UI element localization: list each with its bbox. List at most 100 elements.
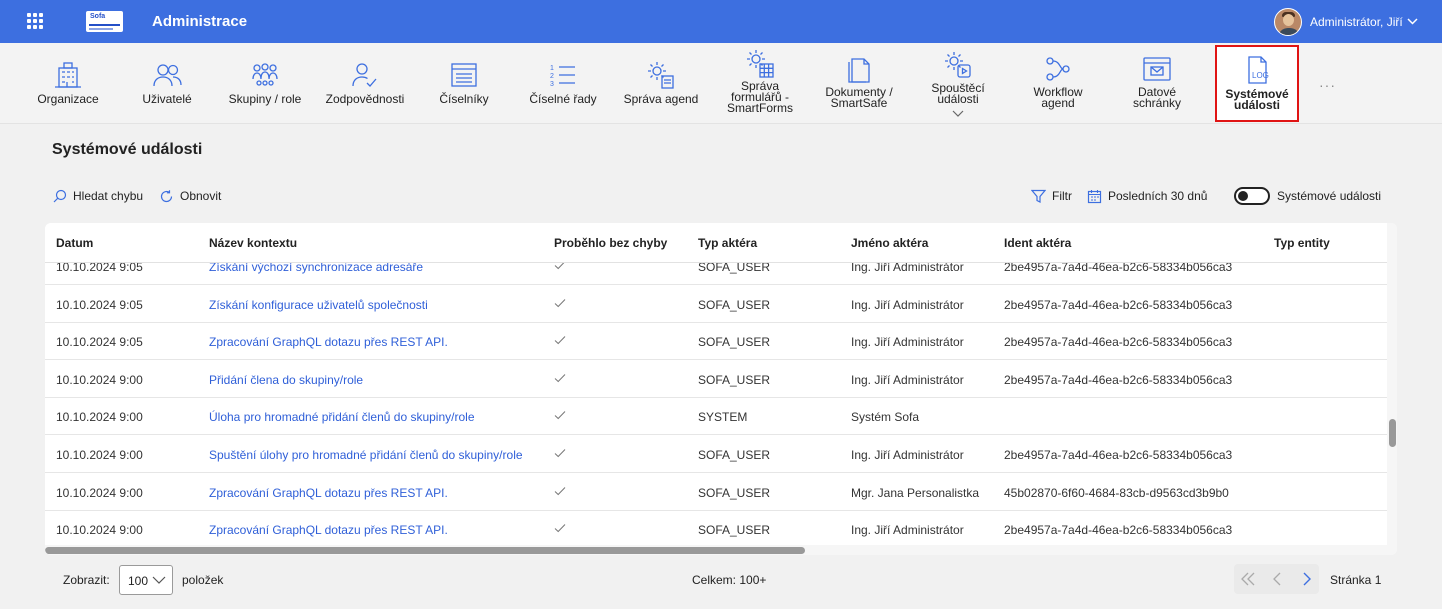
toggle-label: Systémové události (1277, 189, 1382, 203)
cell-actor-name: Ing. Jiří Administrátor (851, 523, 964, 538)
vertical-scrollbar[interactable] (1387, 223, 1397, 555)
col-header-actor-id[interactable]: Ident aktéra (1004, 236, 1071, 250)
next-page-icon[interactable] (1302, 572, 1312, 586)
cell-context[interactable]: Zpracování GraphQL dotazu přes REST API. (209, 335, 448, 349)
user-menu-name[interactable]: Administrátor, Jiří (1310, 15, 1403, 29)
cell-actor-name: Ing. Jiří Administrátor (851, 448, 964, 462)
show-label: Zobrazit: (63, 573, 110, 587)
cell-context[interactable]: Přidání člena do skupiny/role (209, 373, 363, 387)
cell-actor-type: SOFA_USER (698, 523, 771, 538)
cell-actor-id: 45b02870-6f60-4684-83cb-d9563cd3b9b0 (1004, 485, 1229, 500)
cell-date: 10.10.2024 9:00 (56, 485, 143, 500)
filter-icon (1031, 189, 1046, 203)
chevron-down-icon[interactable] (1406, 15, 1419, 28)
prev-page-icon[interactable] (1272, 572, 1282, 586)
cell-date: 10.10.2024 9:05 (56, 263, 143, 274)
svg-text:3: 3 (550, 81, 554, 88)
table-row[interactable]: 10.10.2024 9:05 Získání výchozí synchroni… (45, 263, 1387, 285)
total-count: Celkem: 100+ (692, 573, 767, 587)
col-header-context[interactable]: Název kontextu (209, 236, 297, 250)
refresh-button[interactable]: Obnovit (159, 188, 221, 204)
main-content: Systémové události Hledat chybu Obnovit … (0, 124, 1442, 609)
table-row[interactable]: 10.10.2024 9:05 Zpracování GraphQL dotazu… (45, 322, 1387, 361)
cell-actor-name: Ing. Jiří Administrátor (851, 263, 964, 274)
page-indicator: Stránka 1 (1330, 573, 1382, 587)
calendar-icon (1087, 189, 1102, 203)
workflow-icon (1046, 57, 1070, 81)
table-row[interactable]: 10.10.2024 9:00 Úloha pro hromadné přidán… (45, 397, 1387, 436)
cell-context[interactable]: Úloha pro hromadné přidání členů do skup… (209, 410, 475, 424)
toolbar-item-dokumenty[interactable]: Dokumenty / SmartSafe (818, 43, 900, 123)
svg-text:1: 1 (550, 65, 554, 72)
refresh-icon (160, 189, 173, 202)
toolbar-item-ciselne-rady[interactable]: 123 Číselné řady (526, 43, 600, 123)
more-modules-button[interactable]: ··· (1319, 77, 1336, 93)
mailbox-icon (1143, 57, 1171, 81)
toolbar-item-workflow[interactable]: Workflow agend (1018, 43, 1098, 123)
horizontal-scrollbar[interactable] (45, 545, 1387, 555)
filter-button[interactable]: Filtr (1031, 188, 1072, 204)
app-launcher-icon[interactable] (27, 13, 43, 29)
col-header-date[interactable]: Datum (56, 236, 93, 250)
toolbar-item-spousteci-udalosti[interactable]: Spouštěcí události (918, 43, 998, 123)
page-title: Systémové události (52, 141, 203, 158)
toolbar-item-sprava-formularu[interactable]: Správa formulářů - SmartForms (720, 43, 800, 123)
gear-doc-icon (648, 62, 674, 89)
cell-actor-type: SOFA_USER (698, 263, 771, 274)
col-header-actor-name[interactable]: Jméno aktéra (851, 236, 928, 250)
cell-context[interactable]: Spuštění úlohy pro hromadné přidání člen… (209, 448, 523, 462)
chevron-down-icon[interactable] (952, 110, 964, 118)
cell-actor-type: SYSTEM (698, 410, 748, 425)
check-icon (554, 486, 566, 495)
toolbar-item-datove-schranky[interactable]: Datové schránky (1116, 43, 1198, 123)
cell-actor-name: Mgr. Jana Personalistka (851, 485, 980, 500)
toolbar-item-organizace[interactable]: Organizace (30, 43, 106, 123)
toolbar-item-uzivatele[interactable]: Uživatelé (130, 43, 204, 123)
system-events-toggle[interactable] (1234, 187, 1270, 205)
cell-actor-type: SOFA_USER (698, 297, 771, 312)
module-toolbar: Organizace Uživatelé Skupiny / role Zodp… (0, 43, 1442, 124)
avatar[interactable] (1274, 8, 1302, 36)
cell-actor-type: SOFA_USER (698, 448, 771, 462)
building-icon (55, 62, 81, 88)
table-header: Datum Název kontextu Proběhlo bez chyby … (45, 223, 1387, 263)
cell-actor-id: 2be4957a-7a4d-46ea-b2c6-58334b056ca3 (1004, 335, 1233, 350)
table-row[interactable]: 10.10.2024 9:00 Přidání člena do skupiny/… (45, 360, 1387, 398)
company-logo[interactable]: Sofa (86, 11, 123, 32)
toolbar-item-systemove-udalosti[interactable]: LOG Systémové události (1215, 45, 1299, 122)
items-label: položek (182, 573, 224, 587)
check-icon (554, 411, 566, 420)
cell-context[interactable]: Získání konfigurace uživatelů společnost… (209, 298, 428, 312)
toolbar-item-skupiny[interactable]: Skupiny / role (224, 43, 306, 123)
cell-date: 10.10.2024 9:00 (56, 410, 143, 425)
toolbar-item-zodpovednosti[interactable]: Zodpovědnosti (322, 43, 408, 123)
svg-text:2: 2 (550, 73, 554, 80)
table-row[interactable]: 10.10.2024 9:00 Zpracování GraphQL dotazu… (45, 510, 1387, 545)
cell-context[interactable]: Zpracování GraphQL dotazu přes REST API. (209, 523, 448, 537)
toolbar-item-sprava-agend[interactable]: Správa agend (620, 43, 702, 123)
cell-actor-type: SOFA_USER (698, 335, 771, 350)
toolbar-item-ciselniky[interactable]: Číselníky (428, 43, 500, 123)
search-error-button[interactable]: Hledat chybu (53, 188, 143, 204)
table-row[interactable]: 10.10.2024 9:00 Zpracování GraphQL dotazu… (45, 473, 1387, 511)
page-size-select[interactable]: 100 (119, 565, 173, 595)
groups-icon (252, 63, 278, 86)
cell-context[interactable]: Zpracování GraphQL dotazu přes REST API. (209, 486, 448, 500)
period-selector[interactable]: Posledních 30 dnů (1087, 188, 1207, 204)
cell-actor-name: Systém Sofa (851, 410, 920, 425)
first-page-icon[interactable] (1240, 572, 1256, 586)
cell-actor-id: 2be4957a-7a4d-46ea-b2c6-58334b056ca3 (1004, 448, 1233, 462)
cell-actor-id: 2be4957a-7a4d-46ea-b2c6-58334b056ca3 (1004, 372, 1233, 387)
cell-actor-id: 2be4957a-7a4d-46ea-b2c6-58334b056ca3 (1004, 297, 1233, 312)
cell-context[interactable]: Získání výchozí synchronizace adresáře (209, 263, 423, 274)
cell-date: 10.10.2024 9:00 (56, 523, 143, 538)
table-row[interactable]: 10.10.2024 9:05 Získání konfigurace uživa… (45, 285, 1387, 323)
check-icon (554, 449, 566, 458)
col-header-success[interactable]: Proběhlo bez chyby (554, 236, 667, 250)
list-box-icon (451, 63, 477, 87)
table-row[interactable]: 10.10.2024 9:00 Spuštění úlohy pro hromad… (45, 435, 1387, 473)
check-icon (554, 524, 566, 533)
cell-date: 10.10.2024 9:05 (56, 335, 143, 350)
col-header-entity-type[interactable]: Typ entity (1274, 236, 1330, 250)
col-header-actor-type[interactable]: Typ aktéra (698, 236, 757, 250)
